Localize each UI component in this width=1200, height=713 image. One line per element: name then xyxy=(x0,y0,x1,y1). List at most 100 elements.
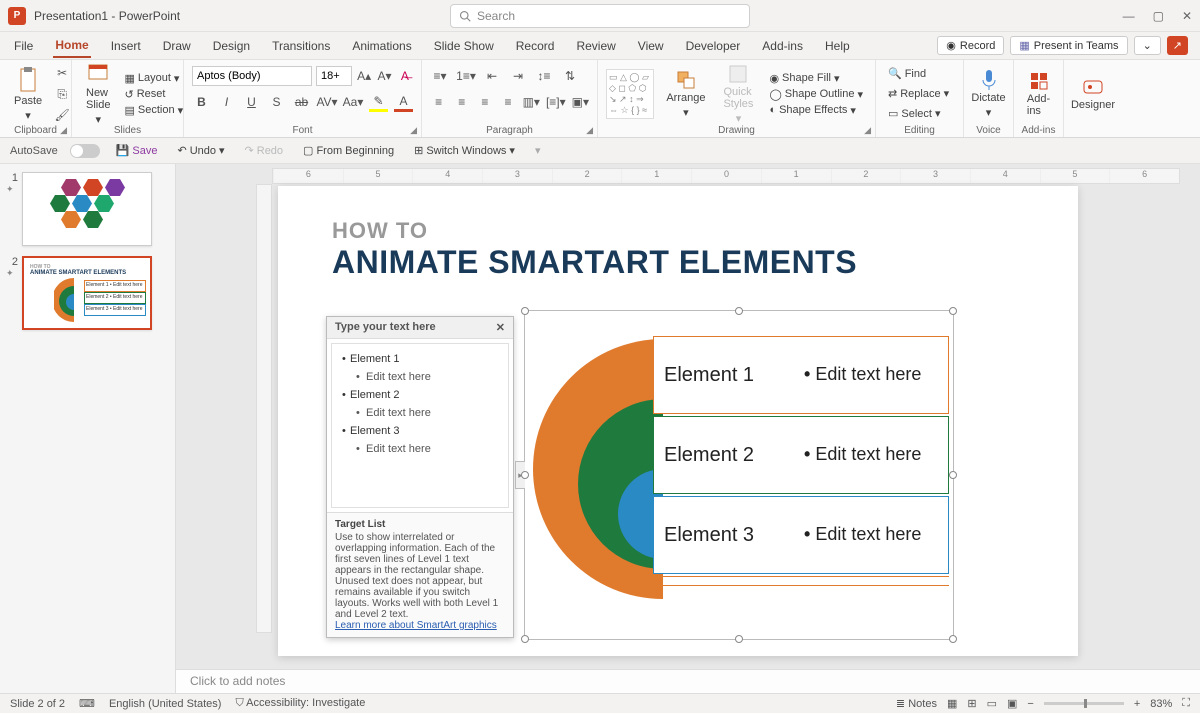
align-text-button[interactable]: [≡]▾ xyxy=(546,92,566,112)
justify-button[interactable]: ≡ xyxy=(499,92,516,112)
slide-thumbnail-2[interactable]: HOW TO ANIMATE SMARTART ELEMENTS Element… xyxy=(22,256,152,330)
from-beginning-button[interactable]: ▢ From Beginning xyxy=(299,143,398,158)
slide-thumbnail-1[interactable] xyxy=(22,172,152,246)
tab-animations[interactable]: Animations xyxy=(350,35,413,57)
shape-effects-button[interactable]: ◐ Shape Effects ▾ xyxy=(765,103,859,118)
text-pane-item[interactable]: Element 1 xyxy=(342,350,498,368)
section-button[interactable]: ▤ Section ▾ xyxy=(120,103,187,118)
tab-record[interactable]: Record xyxy=(514,35,557,57)
select-button[interactable]: ▭ Select ▾ xyxy=(884,106,945,121)
fit-to-window-button[interactable]: ⛶ xyxy=(1182,697,1190,710)
text-pane-subitem[interactable]: Edit text here xyxy=(342,368,498,386)
resize-handle[interactable] xyxy=(521,471,529,479)
layout-button[interactable]: ▦ Layout ▾ xyxy=(120,71,183,86)
paragraph-launcher[interactable]: ◢ xyxy=(586,125,593,136)
addins-button[interactable]: Add-ins xyxy=(1022,64,1055,123)
text-pane-subitem[interactable]: Edit text here xyxy=(342,440,498,458)
line-spacing-button[interactable]: ↕≡ xyxy=(534,66,554,86)
smartart-graphic[interactable]: ▸ Element 1 Edit text here xyxy=(524,310,954,640)
tab-help[interactable]: Help xyxy=(823,35,852,57)
numbering-button[interactable]: 1≡▾ xyxy=(456,66,476,86)
smartart-convert-button[interactable]: ▣▾ xyxy=(572,92,589,112)
resize-handle[interactable] xyxy=(521,635,529,643)
tab-review[interactable]: Review xyxy=(574,35,617,57)
slide-editor[interactable]: 6543210123456 HOW TO ANIMATE SMARTART EL… xyxy=(176,164,1200,693)
copy-button[interactable]: ⎘ xyxy=(52,84,72,104)
language-button[interactable]: English (United States) xyxy=(109,698,222,710)
find-button[interactable]: 🔍 Find xyxy=(884,66,930,81)
zoom-percent[interactable]: 83% xyxy=(1150,698,1172,710)
notes-toggle-button[interactable]: ≣ Notes xyxy=(896,697,937,710)
close-button[interactable]: ✕ xyxy=(1182,9,1192,23)
maximize-button[interactable]: ▢ xyxy=(1153,9,1164,23)
increase-font-button[interactable]: A▴ xyxy=(356,66,372,86)
tab-file[interactable]: File xyxy=(12,35,35,57)
smartart-element-name[interactable]: Element 1 xyxy=(664,364,804,387)
spell-check-icon[interactable]: ⌨ xyxy=(79,697,95,710)
learn-more-link[interactable]: Learn more about SmartArt graphics xyxy=(335,620,497,631)
smartart-element-name[interactable]: Element 3 xyxy=(664,524,804,547)
designer-button[interactable]: Designer xyxy=(1072,64,1114,123)
slide-counter[interactable]: Slide 2 of 2 xyxy=(10,698,65,710)
resize-handle[interactable] xyxy=(949,471,957,479)
text-pane-item[interactable]: Element 2 xyxy=(342,386,498,404)
zoom-in-button[interactable]: + xyxy=(1134,698,1140,710)
tab-transitions[interactable]: Transitions xyxy=(270,35,332,57)
notes-pane[interactable]: Click to add notes xyxy=(176,669,1200,693)
arrange-button[interactable]: Arrange ▾ xyxy=(660,68,711,121)
shape-outline-button[interactable]: ◯ Shape Outline ▾ xyxy=(765,87,867,102)
underline-button[interactable]: U xyxy=(242,92,261,112)
align-center-button[interactable]: ≡ xyxy=(453,92,470,112)
resize-handle[interactable] xyxy=(735,635,743,643)
italic-button[interactable]: I xyxy=(217,92,236,112)
tab-slideshow[interactable]: Slide Show xyxy=(432,35,496,57)
normal-view-button[interactable]: ▦ xyxy=(947,697,957,710)
quick-styles-button[interactable]: Quick Styles ▾ xyxy=(717,62,759,127)
slide-title[interactable]: ANIMATE SMARTART ELEMENTS xyxy=(332,244,857,281)
paste-button[interactable]: Paste ▾ xyxy=(8,65,48,124)
font-launcher[interactable]: ◢ xyxy=(410,125,417,136)
font-color-button[interactable]: A xyxy=(394,92,413,112)
shapes-gallery[interactable]: ▭ △ ◯ ▱ ◇ ◻ ⬠ ⬡ ↘ ↗ ↕ ⇒ ⇔ ☆ { } ≈ xyxy=(606,69,654,119)
format-painter-button[interactable]: 🖌 xyxy=(52,105,72,125)
smartart-row-1[interactable]: Element 1 Edit text here xyxy=(653,336,949,414)
new-slide-button[interactable]: New Slide ▾ xyxy=(80,61,116,128)
undo-button[interactable]: ↶ Undo ▾ xyxy=(173,143,228,158)
reset-button[interactable]: ↺ Reset xyxy=(120,87,169,102)
text-direction-button[interactable]: ⇅ xyxy=(560,66,580,86)
clear-formatting-button[interactable]: A̶ xyxy=(397,66,413,86)
clipboard-launcher[interactable]: ◢ xyxy=(60,125,67,136)
shadow-button[interactable]: S xyxy=(267,92,286,112)
tab-view[interactable]: View xyxy=(636,35,666,57)
tab-draw[interactable]: Draw xyxy=(161,35,193,57)
align-left-button[interactable]: ≡ xyxy=(430,92,447,112)
slideshow-view-button[interactable]: ▣ xyxy=(1007,697,1017,710)
minimize-button[interactable]: — xyxy=(1123,9,1135,23)
text-pane-subitem[interactable]: Edit text here xyxy=(342,404,498,422)
smartart-row-2[interactable]: Element 2 Edit text here xyxy=(653,416,949,494)
bold-button[interactable]: B xyxy=(192,92,211,112)
recording-button[interactable]: ◉ Record xyxy=(937,36,1004,55)
collapse-ribbon-button[interactable]: ⌄ xyxy=(1134,36,1161,55)
smartart-element-bullet[interactable]: Edit text here xyxy=(804,364,921,386)
columns-button[interactable]: ▥▾ xyxy=(523,92,540,112)
text-pane-body[interactable]: Element 1 Edit text here Element 2 Edit … xyxy=(331,343,509,508)
decrease-indent-button[interactable]: ⇤ xyxy=(482,66,502,86)
character-spacing-button[interactable]: AV▾ xyxy=(317,92,337,112)
text-pane-close-icon[interactable]: ✕ xyxy=(496,321,505,334)
smartart-element-name[interactable]: Element 2 xyxy=(664,444,804,467)
font-size-input[interactable] xyxy=(316,66,352,86)
smartart-element-bullet[interactable]: Edit text here xyxy=(804,444,921,466)
tab-insert[interactable]: Insert xyxy=(109,35,143,57)
text-pane-item[interactable]: Element 3 xyxy=(342,422,498,440)
smartart-text-pane[interactable]: Type your text here ✕ Element 1 Edit tex… xyxy=(326,316,514,638)
autosave-toggle[interactable] xyxy=(70,144,100,158)
increase-indent-button[interactable]: ⇥ xyxy=(508,66,528,86)
switch-windows-button[interactable]: ⊞ Switch Windows ▾ xyxy=(410,143,519,158)
smartart-row-3[interactable]: Element 3 Edit text here xyxy=(653,496,949,574)
resize-handle[interactable] xyxy=(949,307,957,315)
tab-developer[interactable]: Developer xyxy=(684,35,743,57)
slide-sorter-button[interactable]: ⊞ xyxy=(967,697,976,710)
decrease-font-button[interactable]: A▾ xyxy=(376,66,392,86)
accessibility-button[interactable]: ⛉ Accessibility: Investigate xyxy=(235,697,365,710)
